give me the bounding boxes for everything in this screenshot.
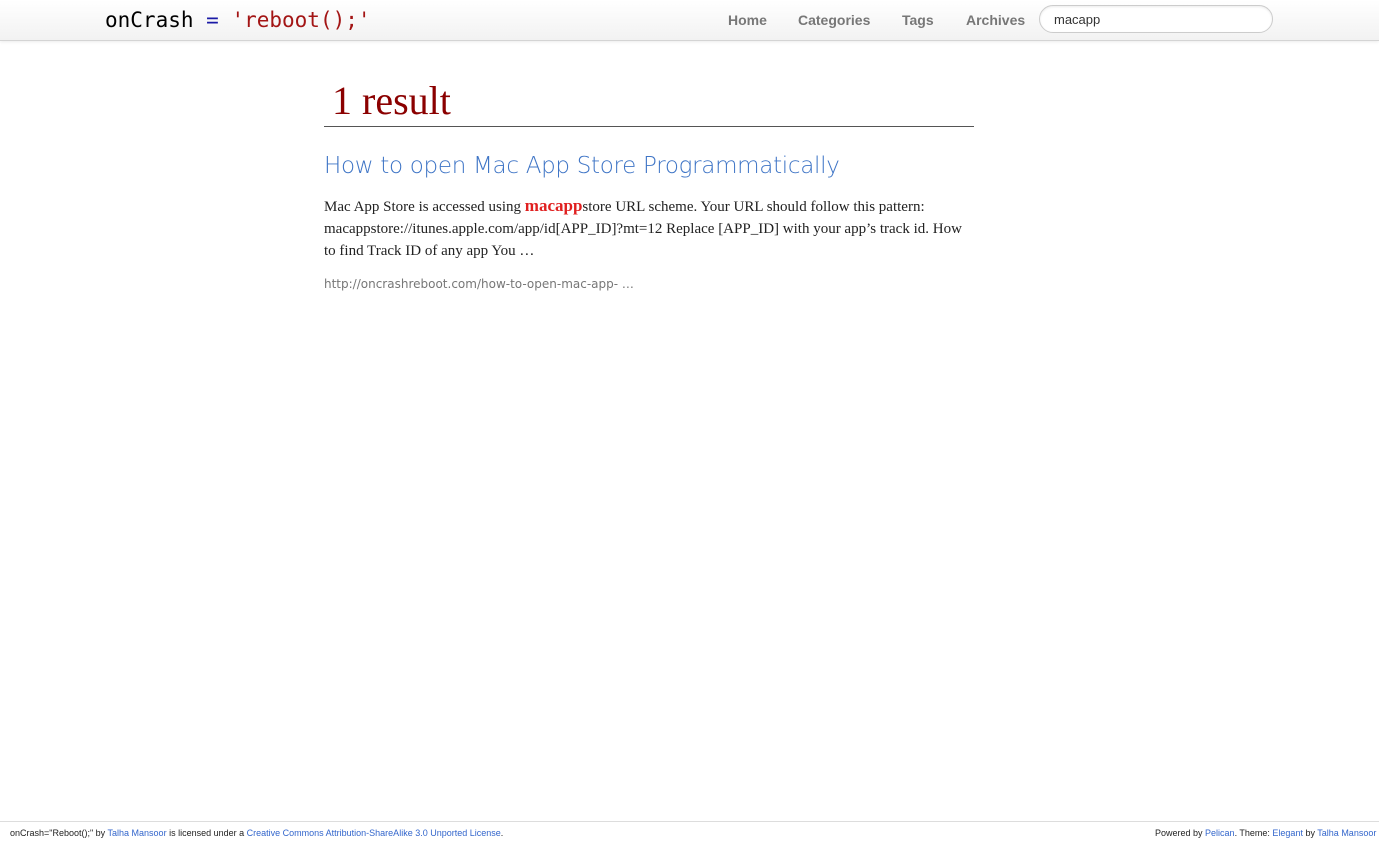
footer-license-link[interactable]: Creative Commons Attribution-ShareAlike … [247, 828, 501, 838]
search-input[interactable] [1039, 5, 1273, 33]
footer-left-text-1: onCrash="Reboot();" by [10, 828, 108, 838]
footer-right-text-1: Powered by [1155, 828, 1206, 838]
nav-home[interactable]: Home [728, 11, 767, 29]
brand-part-equals: = [193, 8, 232, 32]
footer-pelican-link[interactable]: Pelican [1205, 828, 1235, 838]
result-snippet: Mac App Store is accessed using macappst… [324, 195, 974, 262]
brand-part-string: 'reboot();' [231, 8, 371, 32]
footer-theme-author-link[interactable]: Talha Mansoor [1317, 828, 1376, 838]
footer-theme-link[interactable]: Elegant [1272, 828, 1303, 838]
result-title-link[interactable]: How to open Mac App Store Programmatical… [324, 151, 974, 181]
nav-archives[interactable]: Archives [966, 11, 1025, 29]
search-results: 1 result How to open Mac App Store Progr… [324, 76, 974, 292]
footer-license: onCrash="Reboot();" by Talha Mansoor is … [10, 822, 503, 844]
result-url: http://oncrashreboot.com/how-to-open-mac… [324, 277, 634, 291]
results-count-heading: 1 result [324, 76, 974, 127]
footer-right-text-2: . Theme: [1234, 828, 1273, 838]
nav-tags[interactable]: Tags [902, 11, 934, 29]
page-footer: onCrash="Reboot();" by Talha Mansoor is … [0, 821, 1379, 845]
footer-credits: Powered by Pelican. Theme: Elegant by Ta… [1155, 822, 1376, 844]
result-item: How to open Mac App Store Programmatical… [324, 151, 974, 292]
footer-left-text-3: . [500, 828, 504, 838]
top-navbar: onCrash = 'reboot();' Home Categories Ta… [0, 0, 1379, 41]
site-brand-link[interactable]: onCrash = 'reboot();' [105, 6, 371, 34]
footer-left-text-2: is licensed under a [166, 828, 247, 838]
footer-right-text-3: by [1302, 828, 1318, 838]
snippet-text-before: Mac App Store is accessed using [324, 199, 525, 215]
nav-categories[interactable]: Categories [798, 11, 870, 29]
footer-author-link[interactable]: Talha Mansoor [108, 828, 167, 838]
snippet-highlight: macapp [524, 196, 583, 215]
brand-part-name: onCrash [105, 8, 194, 32]
